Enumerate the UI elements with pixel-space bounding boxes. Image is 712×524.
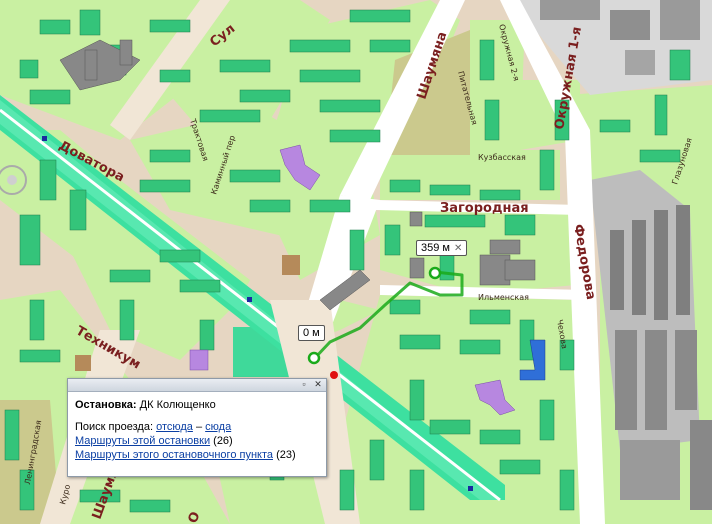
routes-stop-point-count: (23) bbox=[276, 449, 296, 461]
route-end-distance-label: 359 м ✕ bbox=[416, 240, 468, 256]
stop-title: Остановка: bbox=[75, 399, 137, 411]
search-label: Поиск проезда: bbox=[75, 421, 153, 433]
brown-building bbox=[282, 255, 300, 275]
routes-this-stop-link[interactable]: Маршруты этой остановки bbox=[75, 435, 210, 447]
popup-titlebar[interactable]: ▫ ✕ bbox=[68, 379, 326, 392]
brown-building-2 bbox=[75, 355, 91, 371]
route-end-distance: 359 м bbox=[421, 242, 450, 254]
search-dash: – bbox=[195, 421, 203, 433]
route-close-icon[interactable]: ✕ bbox=[454, 243, 462, 254]
street-label-kuzbasskaya: Кузбасская bbox=[478, 153, 526, 162]
route-to-here-link[interactable]: сюда bbox=[205, 421, 231, 433]
street-label-ilmenskaya: Ильменская bbox=[478, 293, 529, 302]
stop-name: ДК Колющенко bbox=[139, 399, 216, 411]
routes-stop-point-link[interactable]: Маршруты этого остановочного пункта bbox=[75, 449, 273, 461]
route-from-here-link[interactable]: отсюда bbox=[156, 421, 193, 433]
route-start-distance: 0 м bbox=[303, 327, 320, 339]
route-start-distance-label: 0 м bbox=[298, 325, 325, 341]
route-start-point[interactable] bbox=[307, 351, 321, 365]
stop-info-popup: ▫ ✕ Остановка: ДК Колющенко Поиск проезд… bbox=[67, 378, 327, 477]
routes-this-stop-count: (26) bbox=[213, 435, 233, 447]
close-icon[interactable]: ✕ bbox=[312, 379, 324, 391]
route-end-point[interactable] bbox=[428, 266, 442, 280]
restore-icon[interactable]: ▫ bbox=[298, 379, 310, 391]
stop-marker[interactable] bbox=[330, 371, 338, 379]
street-label-zagorodnaya: Загородная bbox=[440, 201, 529, 216]
